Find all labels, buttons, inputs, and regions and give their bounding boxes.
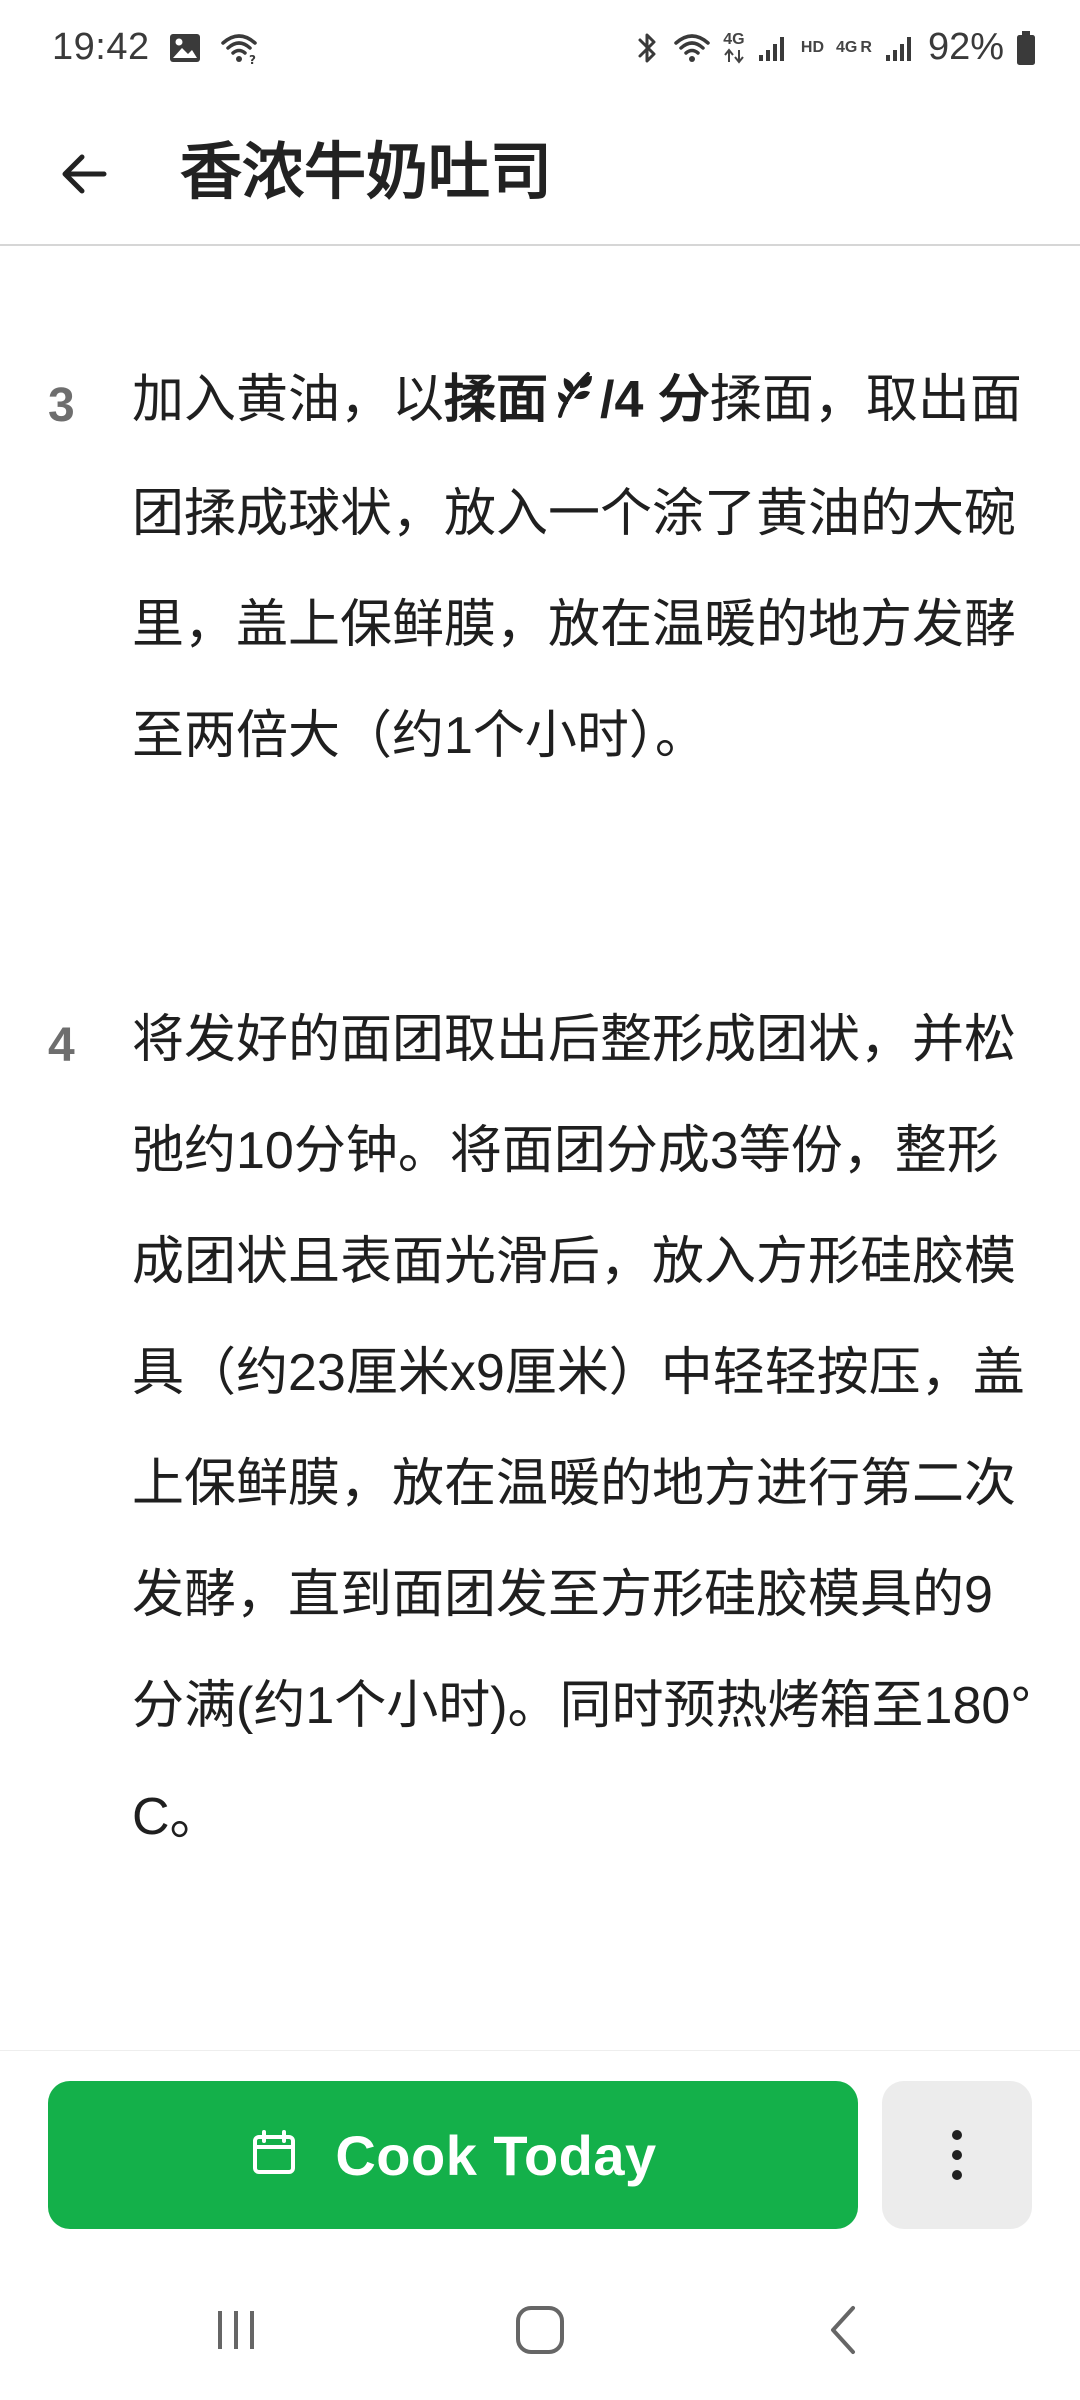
network-type-label: 4G xyxy=(836,38,858,56)
signal-icon xyxy=(757,33,789,63)
setting-value: /4 分 xyxy=(600,371,710,429)
action-bar: Cook Today xyxy=(0,2050,1080,2245)
step-text: 加入黄油，以揉面/4 分揉面，取出面团揉成球状，放入一个涂了黄油的大碗里，盖上保… xyxy=(132,345,1032,792)
calendar-icon xyxy=(249,2128,299,2183)
nav-back-button[interactable] xyxy=(783,2290,903,2370)
step-number: 4 xyxy=(48,1019,75,1072)
app-header: 香浓牛奶吐司 xyxy=(0,100,1080,246)
svg-text:?: ? xyxy=(249,53,256,65)
network-4g-r: 4G R xyxy=(836,38,872,56)
recent-apps-icon xyxy=(218,2311,254,2349)
home-icon xyxy=(516,2306,564,2354)
network-type-label: 4G xyxy=(723,30,745,48)
home-button[interactable] xyxy=(480,2290,600,2370)
hd-label: HD xyxy=(800,38,825,56)
arrow-left-icon xyxy=(62,154,107,194)
step-number: 3 xyxy=(48,379,75,432)
recipe-steps: 3 加入黄油，以揉面/4 分揉面，取出面团揉成球状，放入一个涂了黄油的大碗里，盖… xyxy=(0,246,1080,2046)
cook-today-button[interactable]: Cook Today xyxy=(48,2081,858,2229)
battery-icon xyxy=(1016,30,1036,66)
wifi-icon xyxy=(673,31,711,65)
image-icon xyxy=(168,31,202,65)
screen: 19:42 ? 4G HD 4G R 92% 香浓牛奶吐司 3 加入黄油，以揉面… xyxy=(0,0,1080,2400)
status-time: 19:42 xyxy=(52,26,150,68)
setting-label: 揉面 xyxy=(444,371,549,429)
wifi-icon: ? xyxy=(220,31,258,65)
back-icon xyxy=(831,2306,855,2354)
battery-percent: 92% xyxy=(927,26,1004,68)
status-left: 19:42 ? xyxy=(52,26,258,69)
page-title: 香浓牛奶吐司 xyxy=(180,138,553,207)
recent-apps-button[interactable] xyxy=(176,2290,296,2370)
signal-icon xyxy=(884,33,916,63)
step-text: 将发好的面团取出后整形成团状，并松弛约10分钟。将面团分成3等份，整形成团状且表… xyxy=(132,1011,1032,1846)
step-text-start: 加入黄油，以 xyxy=(132,371,445,429)
more-vertical-icon xyxy=(952,2130,962,2180)
data-arrows: 4G xyxy=(723,30,745,64)
system-nav-bar xyxy=(0,2250,1080,2400)
roaming-label: R xyxy=(860,38,872,56)
bluetooth-icon xyxy=(635,31,661,65)
status-right: 4G HD 4G R 92% xyxy=(635,26,1036,69)
data-arrows-icon xyxy=(724,47,744,64)
back-button[interactable] xyxy=(44,134,124,214)
leaf-icon xyxy=(554,348,598,459)
status-bar: 19:42 ? 4G HD 4G R 92% xyxy=(0,0,1080,100)
cook-today-label: Cook Today xyxy=(335,2123,657,2187)
more-options-button[interactable] xyxy=(882,2081,1032,2229)
